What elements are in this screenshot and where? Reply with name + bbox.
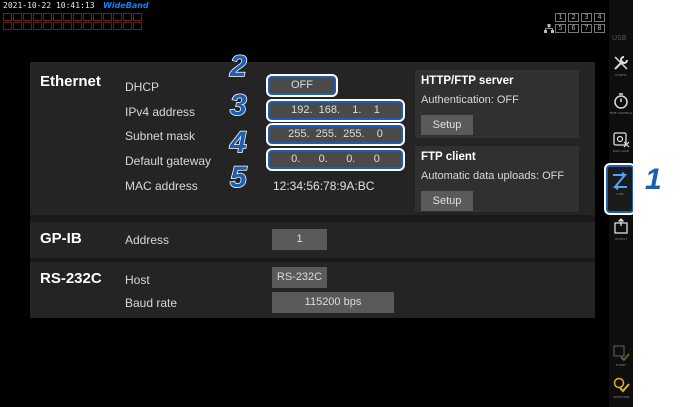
authentication-status: Authentication: OFF (421, 94, 519, 106)
usb-label: USB (612, 34, 627, 42)
mac-address-value: 12:34:56:78:9A:BC (273, 179, 375, 193)
sidebar-item-time-control[interactable]: TIME CONTROL (609, 88, 633, 124)
network-icon (544, 24, 554, 33)
communication-settings-panel: Ethernet DHCP IPv4 address Subnet mask D… (30, 62, 595, 318)
baud-rate-field[interactable]: 115200 bps (272, 292, 394, 313)
ftp-setup-button[interactable]: Setup (421, 191, 473, 211)
http-setup-button[interactable]: Setup (421, 115, 473, 135)
callout-2: 2 (229, 50, 247, 83)
mac-address-label: MAC address (125, 179, 198, 193)
host-field[interactable]: RS-232C (272, 267, 327, 288)
channel-indicators-row-1 (3, 13, 142, 21)
ftp-client-panel: FTP client Automatic data uploads: OFF S… (415, 146, 579, 212)
http-ftp-server-panel: HTTP/FTP server Authentication: OFF Setu… (415, 70, 579, 138)
callout-1: 1 (644, 163, 662, 196)
gpib-address-label: Address (125, 233, 170, 247)
default-gateway-label: Default gateway (125, 154, 212, 168)
subnet-mask-label: Subnet mask (125, 129, 196, 143)
sidebar-item-event[interactable]: EVENT (609, 340, 633, 376)
ethernet-section: Ethernet DHCP IPv4 address Subnet mask D… (30, 62, 595, 215)
callout-3: 3 (229, 89, 247, 122)
ftp-client-title: FTP client (421, 151, 476, 163)
gpib-section: GP-IB Address 1 (30, 222, 595, 258)
wrench-screwdriver-icon (614, 56, 628, 70)
ipv4-address-field[interactable]: 192. 168. 1. 1 (266, 99, 405, 122)
instrument-screen: 2021-10-22 10:41:13 WideBand 1 2 3 4 5 6… (0, 0, 633, 407)
default-gateway-field[interactable]: 0. 0. 0. 0 (266, 148, 405, 171)
channel-indicators-row-2 (3, 22, 142, 30)
gpib-title: GP-IB (40, 230, 82, 247)
rs232c-title: RS-232C (40, 270, 102, 287)
http-ftp-server-title: HTTP/FTP server (421, 75, 514, 87)
disk-icon (613, 132, 630, 148)
check-icon (613, 345, 630, 362)
sidebar-item-com[interactable]: COM (604, 163, 633, 215)
auto-upload-status: Automatic data uploads: OFF (421, 170, 565, 182)
sidebar-item-switchon[interactable]: SWITCHON (609, 372, 633, 407)
rs232c-section: RS-232C Host Baud rate RS-232C 115200 bp… (30, 262, 595, 318)
ipv4-label: IPv4 address (125, 105, 196, 119)
mode-badge: WideBand (103, 1, 149, 10)
output-icon (614, 218, 628, 234)
host-label: Host (125, 273, 150, 287)
sidebar-item-config[interactable]: CONFIG (609, 50, 633, 86)
sidebar-item-output[interactable]: OUTPUT (609, 214, 633, 250)
sidebar-item-data-save[interactable]: DATA SAVE (609, 126, 633, 162)
status-bar: 2021-10-22 10:41:13 WideBand 1 2 3 4 5 6… (0, 0, 610, 44)
timer-icon (614, 93, 628, 109)
timestamp: 2021-10-22 10:41:13 (3, 1, 95, 10)
ethernet-title: Ethernet (40, 73, 101, 90)
com-icon (612, 171, 628, 191)
callout-5: 5 (229, 161, 247, 194)
channel-grid: 1 2 3 4 5 6 7 8 (555, 13, 605, 33)
subnet-mask-field[interactable]: 255. 255. 255. 0 (266, 123, 405, 146)
dhcp-field[interactable]: OFF (266, 74, 338, 97)
gpib-address-field[interactable]: 1 (272, 229, 327, 250)
check-active-icon (613, 377, 630, 393)
baud-rate-label: Baud rate (125, 296, 178, 310)
dhcp-label: DHCP (125, 80, 160, 94)
callout-4: 4 (229, 126, 247, 159)
